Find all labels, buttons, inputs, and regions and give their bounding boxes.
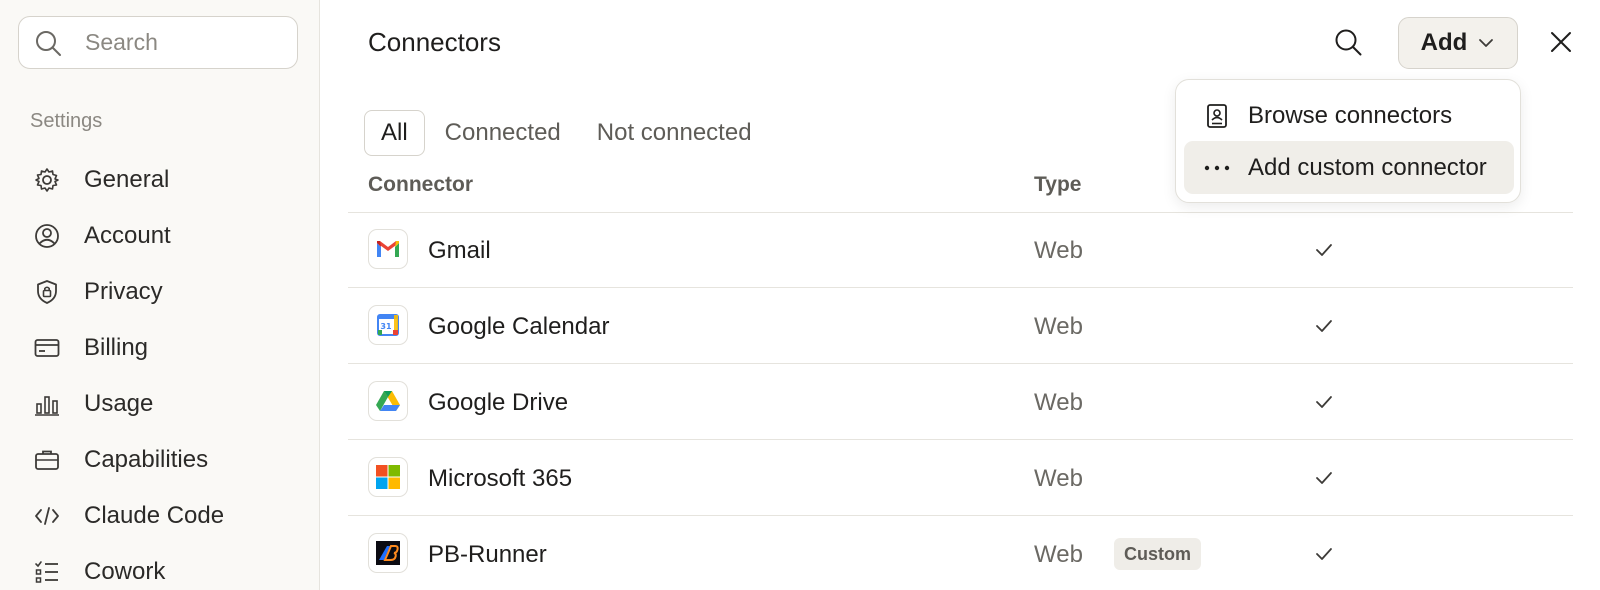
sidebar-search-input[interactable]: Search <box>18 16 298 69</box>
connector-type: Web <box>1034 313 1083 340</box>
sidebar-item-label: Usage <box>84 390 154 417</box>
gmail-logo <box>368 229 408 269</box>
connector-type: Web <box>1034 541 1083 568</box>
tab-not-connected[interactable]: Not connected <box>581 110 768 156</box>
custom-badge: Custom <box>1114 538 1201 570</box>
sidebar-item-billing[interactable]: Billing <box>0 320 320 376</box>
book-user-icon <box>1204 103 1230 129</box>
connector-type: Web <box>1034 465 1083 492</box>
page-title: Connectors <box>368 27 501 57</box>
add-button-label: Add <box>1420 29 1468 56</box>
sidebar-item-capabilities[interactable]: Capabilities <box>0 432 320 488</box>
sidebar-item-privacy[interactable]: Privacy <box>0 264 320 320</box>
check-icon <box>1316 396 1332 408</box>
connector-name: Microsoft 365 <box>428 465 573 492</box>
column-header-type: Type <box>1034 173 1082 196</box>
pb-runner-logo <box>368 533 408 573</box>
table-row[interactable]: Microsoft 365 Web <box>348 440 1573 516</box>
filter-tabs: All Connected Not connected <box>364 110 772 156</box>
check-icon <box>1316 244 1332 256</box>
sidebar-item-claude-code[interactable]: Claude Code <box>0 488 320 544</box>
check-icon <box>1316 320 1332 332</box>
user-circle-icon <box>32 221 62 251</box>
menu-item-label: Browse connectors <box>1248 101 1453 129</box>
tab-all[interactable]: All <box>364 110 425 156</box>
add-dropdown-menu: Browse connectors Add custom connector <box>1175 79 1521 203</box>
connector-name: Google Drive <box>428 389 569 416</box>
settings-section-label: Settings <box>30 110 103 132</box>
sidebar-item-cowork[interactable]: Cowork <box>0 544 320 590</box>
table-row[interactable]: Google Drive Web <box>348 364 1573 440</box>
google-drive-logo <box>368 381 408 421</box>
connector-type: Web <box>1034 389 1083 416</box>
bar-chart-icon <box>32 389 62 419</box>
menu-item-label: Add custom connector <box>1248 153 1487 181</box>
search-icon[interactable] <box>1333 27 1363 57</box>
sidebar-item-label: Capabilities <box>84 446 209 473</box>
connector-type: Web <box>1034 237 1083 264</box>
google-calendar-logo: 31 <box>368 305 408 345</box>
connector-name: Google Calendar <box>428 313 610 340</box>
search-placeholder: Search <box>85 29 158 55</box>
sidebar-item-account[interactable]: Account <box>0 208 320 264</box>
checklist-icon <box>32 557 62 587</box>
gear-icon <box>32 165 62 195</box>
microsoft-365-logo <box>368 457 408 497</box>
sidebar-nav: General Account Privacy Billing Usage Ca… <box>0 152 320 590</box>
connector-name: Gmail <box>428 237 491 264</box>
menu-item-add-custom-connector[interactable]: Add custom connector <box>1184 141 1514 194</box>
connector-name: PB-Runner <box>428 541 547 568</box>
sidebar-item-label: Claude Code <box>84 502 225 529</box>
menu-item-browse-connectors[interactable]: Browse connectors <box>1184 89 1514 142</box>
briefcase-icon <box>32 445 62 475</box>
sidebar-item-label: Privacy <box>84 278 163 305</box>
sidebar-item-label: General <box>84 166 170 193</box>
sidebar-item-label: Account <box>84 222 171 249</box>
credit-card-icon <box>32 333 62 363</box>
check-icon <box>1316 548 1332 560</box>
table-row[interactable]: Gmail Web <box>348 212 1573 288</box>
code-icon <box>32 501 62 531</box>
svg-text:31: 31 <box>380 322 392 331</box>
sidebar-item-usage[interactable]: Usage <box>0 376 320 432</box>
column-header-connector: Connector <box>368 173 473 196</box>
tab-connected[interactable]: Connected <box>429 110 577 156</box>
connectors-table: Gmail Web 31 Google Calendar Web Google … <box>348 212 1573 590</box>
table-row[interactable]: PB-Runner Web Custom <box>348 516 1573 590</box>
search-icon <box>36 30 61 56</box>
sidebar-item-label: Cowork <box>84 558 166 585</box>
check-icon <box>1316 472 1332 484</box>
shield-lock-icon <box>32 277 62 307</box>
sidebar: Search Settings General Account Privacy <box>0 0 320 590</box>
add-button[interactable]: Add <box>1398 17 1518 69</box>
sidebar-item-general[interactable]: General <box>0 152 320 208</box>
sidebar-item-label: Billing <box>84 334 149 361</box>
close-icon[interactable] <box>1547 28 1575 56</box>
table-row[interactable]: 31 Google Calendar Web <box>348 288 1573 364</box>
more-horizontal-icon <box>1204 155 1230 181</box>
chevron-down-icon <box>1479 39 1494 47</box>
